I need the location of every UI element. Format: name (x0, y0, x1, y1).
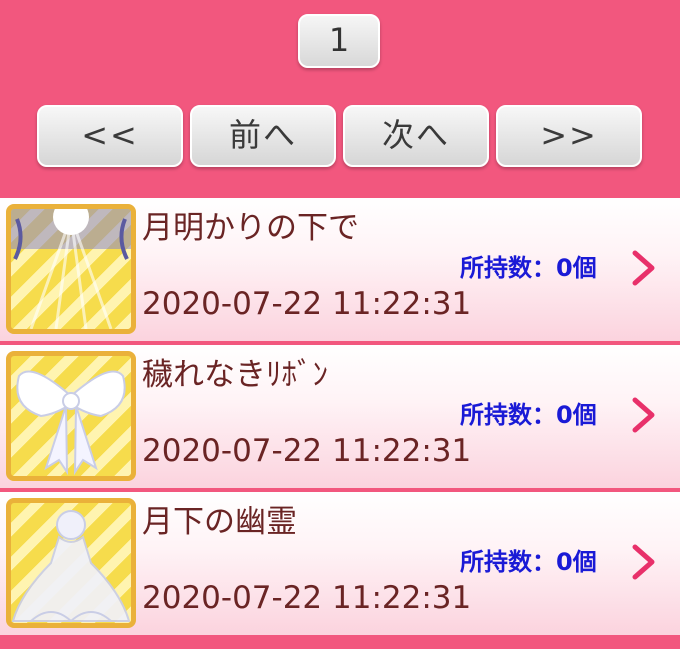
current-page-indicator: 1 (298, 14, 380, 68)
moonlight-dress-icon (6, 204, 136, 334)
white-ribbon-icon (6, 351, 136, 481)
prev-page-button[interactable]: 前へ (190, 105, 336, 167)
pagination-header: 1 << 前へ 次へ >> (0, 0, 680, 198)
chevron-right-icon (632, 544, 655, 580)
ghost-dress-icon (6, 498, 136, 628)
item-name: 月下の幽霊 (142, 504, 297, 540)
item-date: 2020-07-22 11:22:31 (142, 433, 472, 469)
item-name: 穢れなきﾘﾎﾞﾝ (142, 357, 328, 393)
chevron-right-icon (632, 250, 655, 286)
item-date: 2020-07-22 11:22:31 (142, 580, 472, 616)
item-count: 所持数：0個 (460, 254, 597, 282)
item-count: 所持数：0個 (460, 401, 597, 429)
chevron-right-icon (632, 397, 655, 433)
next-page-button[interactable]: 次へ (343, 105, 489, 167)
list-item[interactable]: 月下の幽霊 所持数：0個 2020-07-22 11:22:31 (0, 492, 680, 639)
last-page-button[interactable]: >> (496, 105, 642, 167)
item-date: 2020-07-22 11:22:31 (142, 286, 472, 322)
list-item[interactable]: 穢れなきﾘﾎﾞﾝ 所持数：0個 2020-07-22 11:22:31 (0, 345, 680, 492)
item-count: 所持数：0個 (460, 548, 597, 576)
first-page-button[interactable]: << (37, 105, 183, 167)
item-list: 月明かりの下で 所持数：0個 2020-07-22 11:22:31 穢れなきﾘ… (0, 198, 680, 639)
item-name: 月明かりの下で (142, 210, 359, 246)
list-item[interactable]: 月明かりの下で 所持数：0個 2020-07-22 11:22:31 (0, 198, 680, 345)
